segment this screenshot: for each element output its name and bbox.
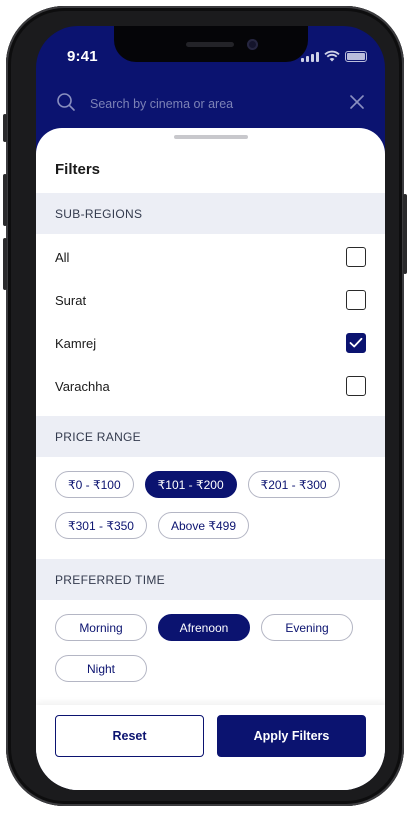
- price-range-chips: ₹0 - ₹100 ₹101 - ₹200 ₹201 - ₹300 ₹301 -…: [55, 471, 367, 539]
- close-icon[interactable]: [349, 94, 365, 110]
- checkbox-varachha[interactable]: [346, 376, 366, 396]
- price-chip-301-350[interactable]: ₹301 - ₹350: [55, 512, 147, 539]
- filters-sheet: Filters SUB-REGIONS All Surat Kamrej Var…: [36, 128, 385, 790]
- region-label: Varachha: [55, 379, 110, 394]
- notch: [114, 26, 308, 62]
- volume-up-button: [3, 174, 7, 226]
- battery-icon: [345, 50, 367, 62]
- time-chip-morning[interactable]: Morning: [55, 614, 147, 641]
- wifi-icon: [324, 50, 340, 62]
- drag-handle[interactable]: [174, 135, 248, 139]
- checkbox-all[interactable]: [346, 247, 366, 267]
- preferred-time-chips: Morning Afrenoon Evening Night: [55, 614, 367, 682]
- region-label: All: [55, 250, 70, 265]
- phone-frame: 9:41 Search by cinema or area Filters SU…: [3, 6, 407, 806]
- region-label: Kamrej: [55, 336, 97, 351]
- checkbox-kamrej[interactable]: [346, 333, 366, 353]
- volume-down-button: [3, 238, 7, 290]
- price-chip-above-499[interactable]: Above ₹499: [157, 512, 249, 539]
- checkbox-surat[interactable]: [346, 290, 366, 310]
- section-header-price-range: PRICE RANGE: [36, 416, 385, 457]
- region-row-surat[interactable]: Surat: [36, 279, 385, 322]
- checkmark-icon: [349, 337, 363, 348]
- price-chip-201-300[interactable]: ₹201 - ₹300: [247, 471, 340, 498]
- screen: 9:41 Search by cinema or area Filters SU…: [36, 26, 385, 790]
- front-camera: [247, 39, 258, 50]
- region-row-kamrej[interactable]: Kamrej: [36, 322, 385, 365]
- apply-filters-button[interactable]: Apply Filters: [217, 715, 366, 757]
- status-time: 9:41: [67, 48, 98, 65]
- region-label: Surat: [55, 293, 87, 308]
- section-header-sub-regions: SUB-REGIONS: [36, 193, 385, 234]
- search-icon: [57, 93, 75, 111]
- reset-button[interactable]: Reset: [55, 715, 204, 757]
- price-chip-0-100[interactable]: ₹0 - ₹100: [55, 471, 134, 498]
- region-row-all[interactable]: All: [36, 236, 385, 279]
- silent-switch: [3, 114, 7, 142]
- power-button: [403, 194, 407, 274]
- price-chip-101-200[interactable]: ₹101 - ₹200: [144, 471, 237, 498]
- section-header-preferred-time: PREFERRED TIME: [36, 559, 385, 600]
- search-bar: [36, 84, 385, 124]
- time-chip-evening[interactable]: Evening: [261, 614, 353, 641]
- time-chip-afternoon[interactable]: Afrenoon: [158, 614, 250, 641]
- status-icons: [301, 50, 367, 62]
- sheet-title: Filters: [55, 161, 101, 178]
- region-row-varachha[interactable]: Varachha: [36, 365, 385, 408]
- time-chip-night[interactable]: Night: [55, 655, 147, 682]
- filters-footer: Reset Apply Filters: [36, 705, 385, 790]
- speaker-grille: [186, 42, 234, 47]
- search-input[interactable]: [88, 93, 322, 115]
